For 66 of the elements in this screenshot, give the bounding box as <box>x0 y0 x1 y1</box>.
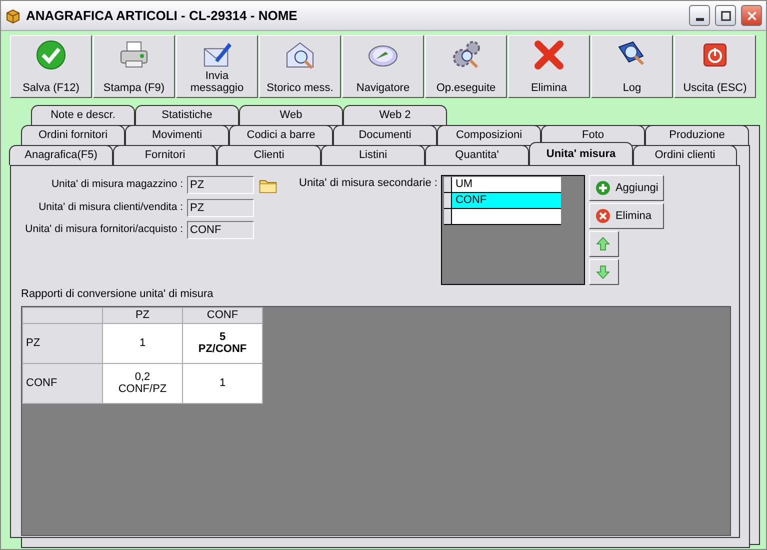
maximize-icon <box>720 10 732 22</box>
move-up-button[interactable] <box>589 231 620 257</box>
list-item[interactable]: CONF <box>452 193 562 208</box>
toolbar-button[interactable]: Salva (F12) <box>10 35 92 98</box>
toolbar-button[interactable]: Uscita (ESC) <box>674 35 756 98</box>
field-label: Unita' di misura fornitori/acquisto : <box>24 222 184 238</box>
close-button[interactable] <box>741 5 762 26</box>
cross-icon <box>533 39 565 71</box>
minimize-button[interactable] <box>689 5 710 26</box>
gears-search-icon <box>450 39 482 71</box>
close-icon <box>746 10 758 22</box>
list-button[interactable]: Aggiungi <box>589 175 664 201</box>
tab[interactable]: Quantita' <box>425 145 529 165</box>
tab[interactable]: Unita' misura <box>529 142 633 165</box>
column-header: PZ <box>102 307 182 323</box>
list-box[interactable]: UM CONF <box>441 175 586 285</box>
list-button[interactable]: Elimina <box>589 203 664 229</box>
field-label: Unita' di misura magazzino : <box>50 177 184 192</box>
table-cell: 1 <box>102 323 182 363</box>
tab[interactable]: Fornitori <box>113 145 217 165</box>
tab[interactable]: Produzione <box>645 125 749 145</box>
toolbar-button[interactable]: Log <box>591 35 673 98</box>
tab[interactable]: Codici a barre <box>229 125 333 145</box>
toolbar-button[interactable]: Op.eseguite <box>425 35 507 98</box>
table-cell: 5 PZ/CONF <box>182 323 262 363</box>
toolbar-button[interactable]: Invia messaggio <box>176 35 258 98</box>
tab[interactable]: Anagrafica(F5) <box>9 145 113 165</box>
tab[interactable]: Clienti <box>217 145 321 165</box>
column-header: CONF <box>182 307 262 323</box>
row-indicator <box>444 177 452 192</box>
row-header: PZ <box>22 323 102 363</box>
tab[interactable]: Web 2 <box>343 105 447 125</box>
add-icon <box>595 180 612 196</box>
toolbar-button[interactable]: Stampa (F9) <box>93 35 175 98</box>
check-icon <box>35 39 67 71</box>
maximize-button[interactable] <box>715 5 736 26</box>
toolbar-button[interactable]: Navigatore <box>342 35 424 98</box>
text-field[interactable]: CONF <box>187 221 254 239</box>
field-label: Unita' di misura secondarie : <box>299 176 438 191</box>
tab[interactable]: Composizioni <box>437 125 541 145</box>
move-down-button[interactable] <box>589 259 620 285</box>
row-indicator <box>444 209 452 224</box>
down-arrow-icon <box>595 264 612 280</box>
tab[interactable]: Statistiche <box>135 105 239 125</box>
tab[interactable]: Web <box>239 105 343 125</box>
tab[interactable]: Ordini fornitori <box>21 125 125 145</box>
delete-icon <box>595 208 612 224</box>
table-cell: 0,2 CONF/PZ <box>102 363 182 403</box>
up-arrow-icon <box>595 236 612 252</box>
box-icon <box>5 8 21 24</box>
tab[interactable]: Documenti <box>333 125 437 145</box>
row-indicator <box>444 193 452 208</box>
tab[interactable]: Ordini clienti <box>633 145 737 165</box>
row-header: CONF <box>22 363 102 403</box>
minimize-icon <box>696 18 704 21</box>
field-label: Unita' di misura clienti/vendita : <box>38 200 184 216</box>
text-field[interactable]: PZ <box>187 199 254 217</box>
toolbar-button[interactable]: Storico mess. <box>259 35 341 98</box>
table-cell: 1 <box>182 363 262 403</box>
section-label: Rapporti di conversione unita' di misura <box>21 287 214 302</box>
tab[interactable]: Movimenti <box>125 125 229 145</box>
text-field[interactable]: PZ <box>187 176 254 194</box>
toolbar-button[interactable]: Elimina <box>508 35 590 98</box>
window-title: ANAGRAFICA ARTICOLI - CL-29314 - NOME <box>26 6 298 25</box>
tab[interactable]: Note e descr. <box>31 105 135 125</box>
tab[interactable]: Listini <box>321 145 425 165</box>
